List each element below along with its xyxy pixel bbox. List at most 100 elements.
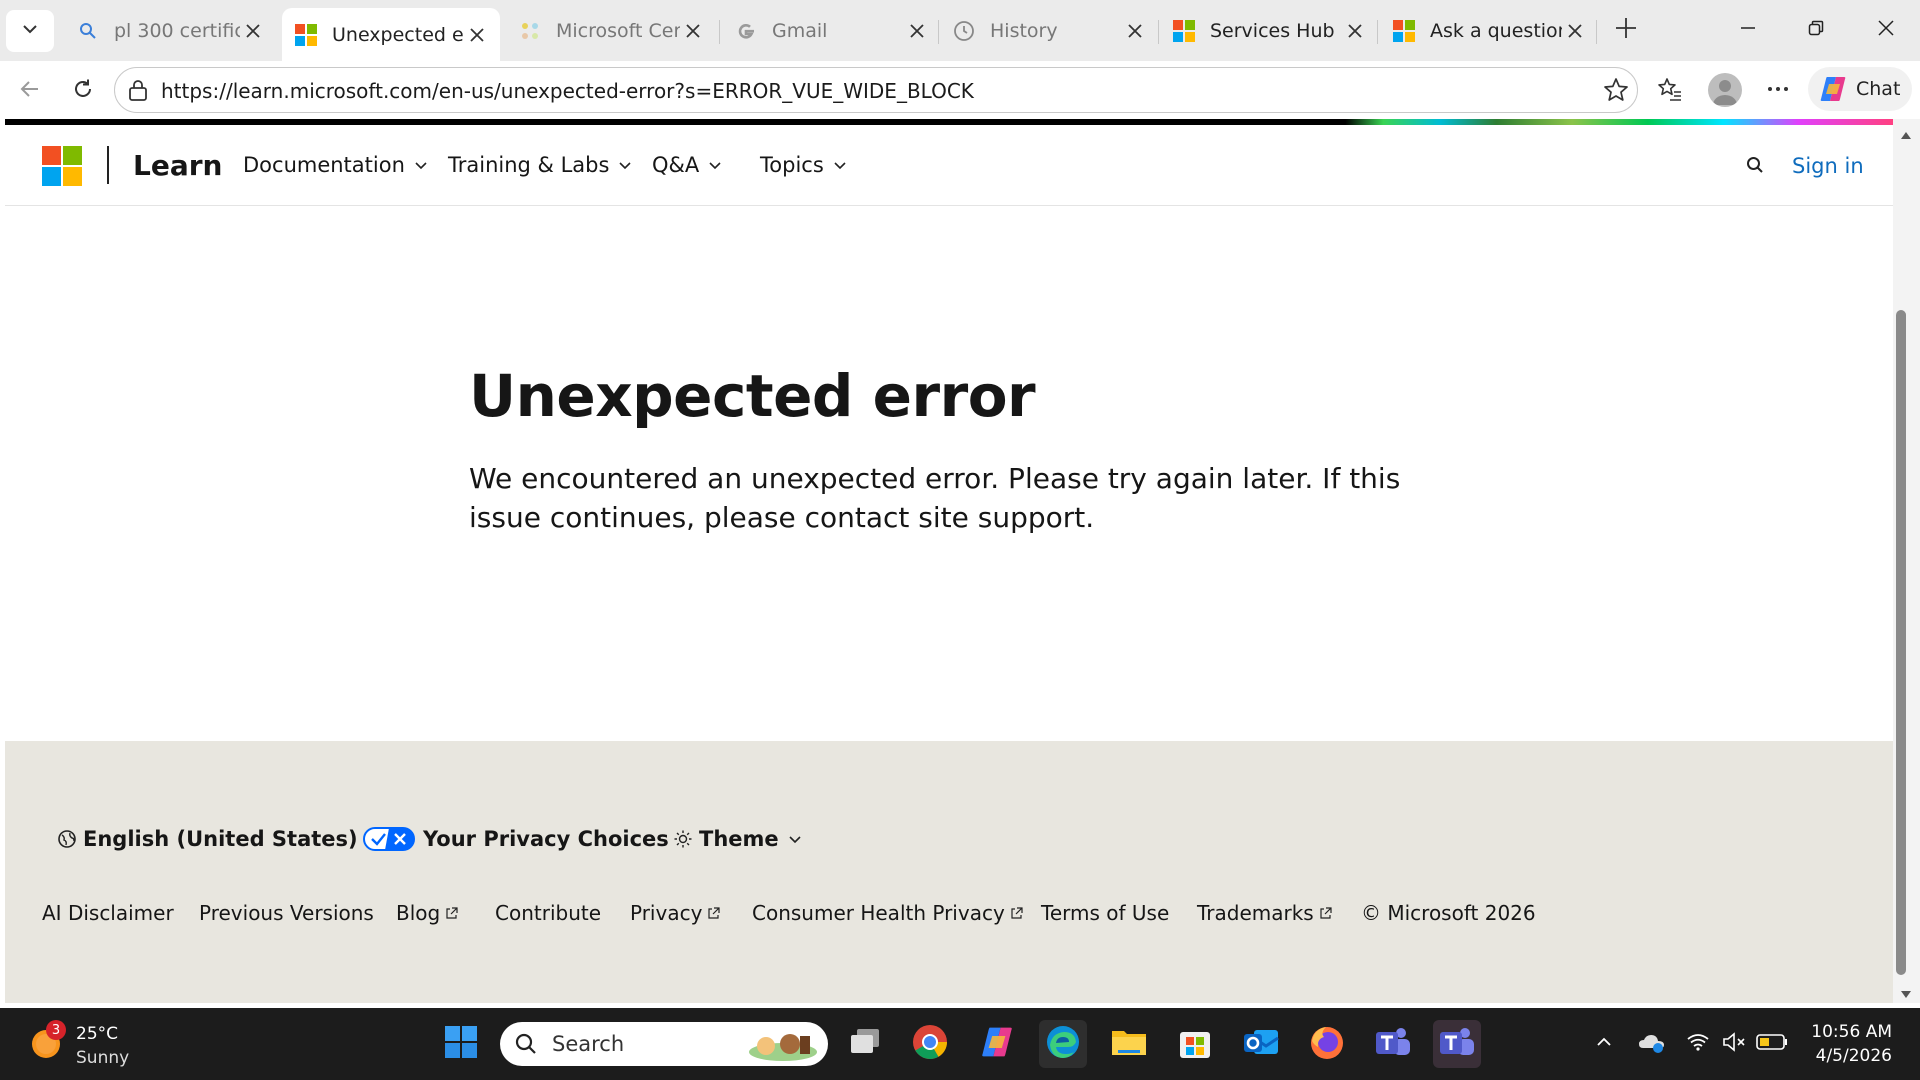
close-icon[interactable] <box>904 18 930 44</box>
footer-link-ai-disclaimer[interactable]: AI Disclaimer <box>42 901 174 925</box>
external-link-icon <box>445 906 458 920</box>
chevron-down-icon <box>787 831 803 847</box>
close-icon[interactable] <box>680 18 706 44</box>
close-icon[interactable] <box>1122 18 1148 44</box>
battery-tray-button[interactable] <box>1748 1020 1796 1068</box>
taskbar-search[interactable]: Search <box>500 1022 828 1066</box>
privacy-toggle-icon <box>363 827 415 851</box>
web-page: Learn Documentation Training & Labs Q&A … <box>5 119 1893 1003</box>
address-url[interactable]: https://learn.microsoft.com/en-us/unexpe… <box>161 79 974 103</box>
theme-selector[interactable]: Theme <box>673 827 803 851</box>
profile-avatar[interactable] <box>1708 73 1742 107</box>
firefox-taskbar-button[interactable] <box>1303 1020 1351 1068</box>
outlook-taskbar-button[interactable] <box>1237 1020 1285 1068</box>
start-button[interactable] <box>437 1020 485 1068</box>
tab-unexpected-error[interactable]: Unexpected erro <box>282 8 500 61</box>
tab-title: Unexpected erro <box>332 23 464 46</box>
privacy-choices-link[interactable]: Your Privacy Choices <box>363 827 669 851</box>
close-icon[interactable] <box>464 22 490 48</box>
footer-link-privacy[interactable]: Privacy <box>630 901 721 925</box>
teams-work-taskbar-button[interactable] <box>1433 1020 1481 1068</box>
tab-title: Gmail <box>772 20 828 42</box>
restore-button[interactable] <box>1786 8 1846 52</box>
footer-link-contribute[interactable]: Contribute <box>495 901 601 925</box>
footer-link-blog[interactable]: Blog <box>396 901 458 925</box>
nav-label: Training & Labs <box>448 153 610 177</box>
edge-taskbar-button[interactable] <box>1039 1020 1087 1068</box>
close-icon[interactable] <box>1562 18 1588 44</box>
sign-in-link[interactable]: Sign in <box>1792 154 1864 178</box>
nav-documentation[interactable]: Documentation <box>243 153 429 177</box>
tab-separator <box>1158 20 1159 44</box>
microsoft-logo[interactable] <box>42 146 82 186</box>
chrome-taskbar-button[interactable] <box>906 1020 954 1068</box>
new-tab-button[interactable] <box>1596 8 1656 52</box>
tab-title: Microsoft Certific <box>556 20 680 42</box>
windows-taskbar: 3 25°C Sunny Search 10:56 AM 4/5/2026 <box>0 1008 1920 1080</box>
refresh-button[interactable] <box>61 69 105 113</box>
favorite-star-icon[interactable] <box>1603 77 1629 107</box>
chat-label: Chat <box>1856 78 1901 100</box>
footer-copyright: © Microsoft 2026 <box>1361 901 1536 925</box>
tab-pl300-search[interactable]: pl 300 certificatio <box>64 8 276 54</box>
system-clock[interactable]: 10:56 AM 4/5/2026 <box>1808 1020 1892 1068</box>
learn-brand-link[interactable]: Learn <box>133 149 222 182</box>
teams-taskbar-button[interactable] <box>1369 1020 1417 1068</box>
refresh-icon <box>71 77 95 105</box>
onedrive-tray-button[interactable] <box>1628 1020 1676 1068</box>
chevron-down-icon <box>707 157 723 173</box>
file-explorer-taskbar-button[interactable] <box>1105 1020 1153 1068</box>
google-icon <box>734 19 758 43</box>
copilot-icon <box>1818 74 1848 104</box>
error-message: We encountered an unexpected error. Plea… <box>469 462 1401 534</box>
chrome-icon <box>911 1023 949 1065</box>
tab-title: pl 300 certificatio <box>114 20 240 42</box>
favorites-button[interactable] <box>1648 69 1692 113</box>
taskbar-search-placeholder: Search <box>552 1032 625 1056</box>
edge-icon <box>1044 1023 1082 1065</box>
footer-link-label: AI Disclaimer <box>42 901 174 925</box>
back-button[interactable] <box>8 69 52 113</box>
tab-separator <box>1377 20 1378 44</box>
lock-icon[interactable] <box>127 78 149 106</box>
footer-link-label: Privacy <box>630 901 703 925</box>
settings-more-button[interactable] <box>1756 69 1800 113</box>
chevron-down-icon <box>21 20 39 42</box>
tab-services-hub[interactable]: Services Hub <box>1160 8 1378 54</box>
weather-widget[interactable]: 3 25°C Sunny <box>30 1020 190 1070</box>
copilot-chat-button[interactable]: Chat <box>1808 67 1912 111</box>
close-icon[interactable] <box>1342 18 1368 44</box>
site-search-button[interactable] <box>1740 152 1770 182</box>
nav-topics[interactable]: Topics <box>760 153 848 177</box>
copilot-taskbar-button[interactable] <box>973 1020 1021 1068</box>
footer-link-terms-of-use[interactable]: Terms of Use <box>1041 901 1169 925</box>
tab-gmail[interactable]: Gmail <box>722 8 940 54</box>
tab-history[interactable]: History <box>940 8 1158 54</box>
scrollbar-thumb[interactable] <box>1896 310 1906 975</box>
teams-icon <box>1438 1024 1476 1064</box>
nav-qa[interactable]: Q&A <box>652 153 723 177</box>
site-footer: English (United States) Your Privacy Cho… <box>5 741 1893 1003</box>
tab-separator <box>719 20 720 44</box>
close-window-button[interactable] <box>1856 8 1916 52</box>
external-link-icon <box>1010 906 1023 920</box>
nav-training-labs[interactable]: Training & Labs <box>448 153 633 177</box>
show-hidden-icons-button[interactable] <box>1580 1020 1628 1068</box>
microsoft-logo-icon <box>294 23 318 47</box>
tab-ask-a-question[interactable]: Ask a question - <box>1380 8 1598 54</box>
microsoft-logo-icon <box>1392 19 1416 43</box>
footer-link-consumer-health-privacy[interactable]: Consumer Health Privacy <box>752 901 1023 925</box>
address-bar[interactable]: https://learn.microsoft.com/en-us/unexpe… <box>114 67 1638 113</box>
task-view-button[interactable] <box>841 1020 889 1068</box>
copilot-icon <box>979 1024 1015 1064</box>
minimize-button[interactable] <box>1718 8 1778 52</box>
microsoft-store-taskbar-button[interactable] <box>1171 1020 1219 1068</box>
scroll-up-icon[interactable] <box>1900 125 1912 144</box>
tab-microsoft-certification[interactable]: Microsoft Certific <box>506 8 716 54</box>
close-icon[interactable] <box>240 18 266 44</box>
footer-link-previous-versions[interactable]: Previous Versions <box>199 901 374 925</box>
tab-actions-menu-button[interactable] <box>6 10 54 52</box>
footer-link-trademarks[interactable]: Trademarks <box>1197 901 1332 925</box>
language-selector[interactable]: English (United States) <box>57 827 358 851</box>
scroll-down-icon[interactable] <box>1900 985 1912 1004</box>
